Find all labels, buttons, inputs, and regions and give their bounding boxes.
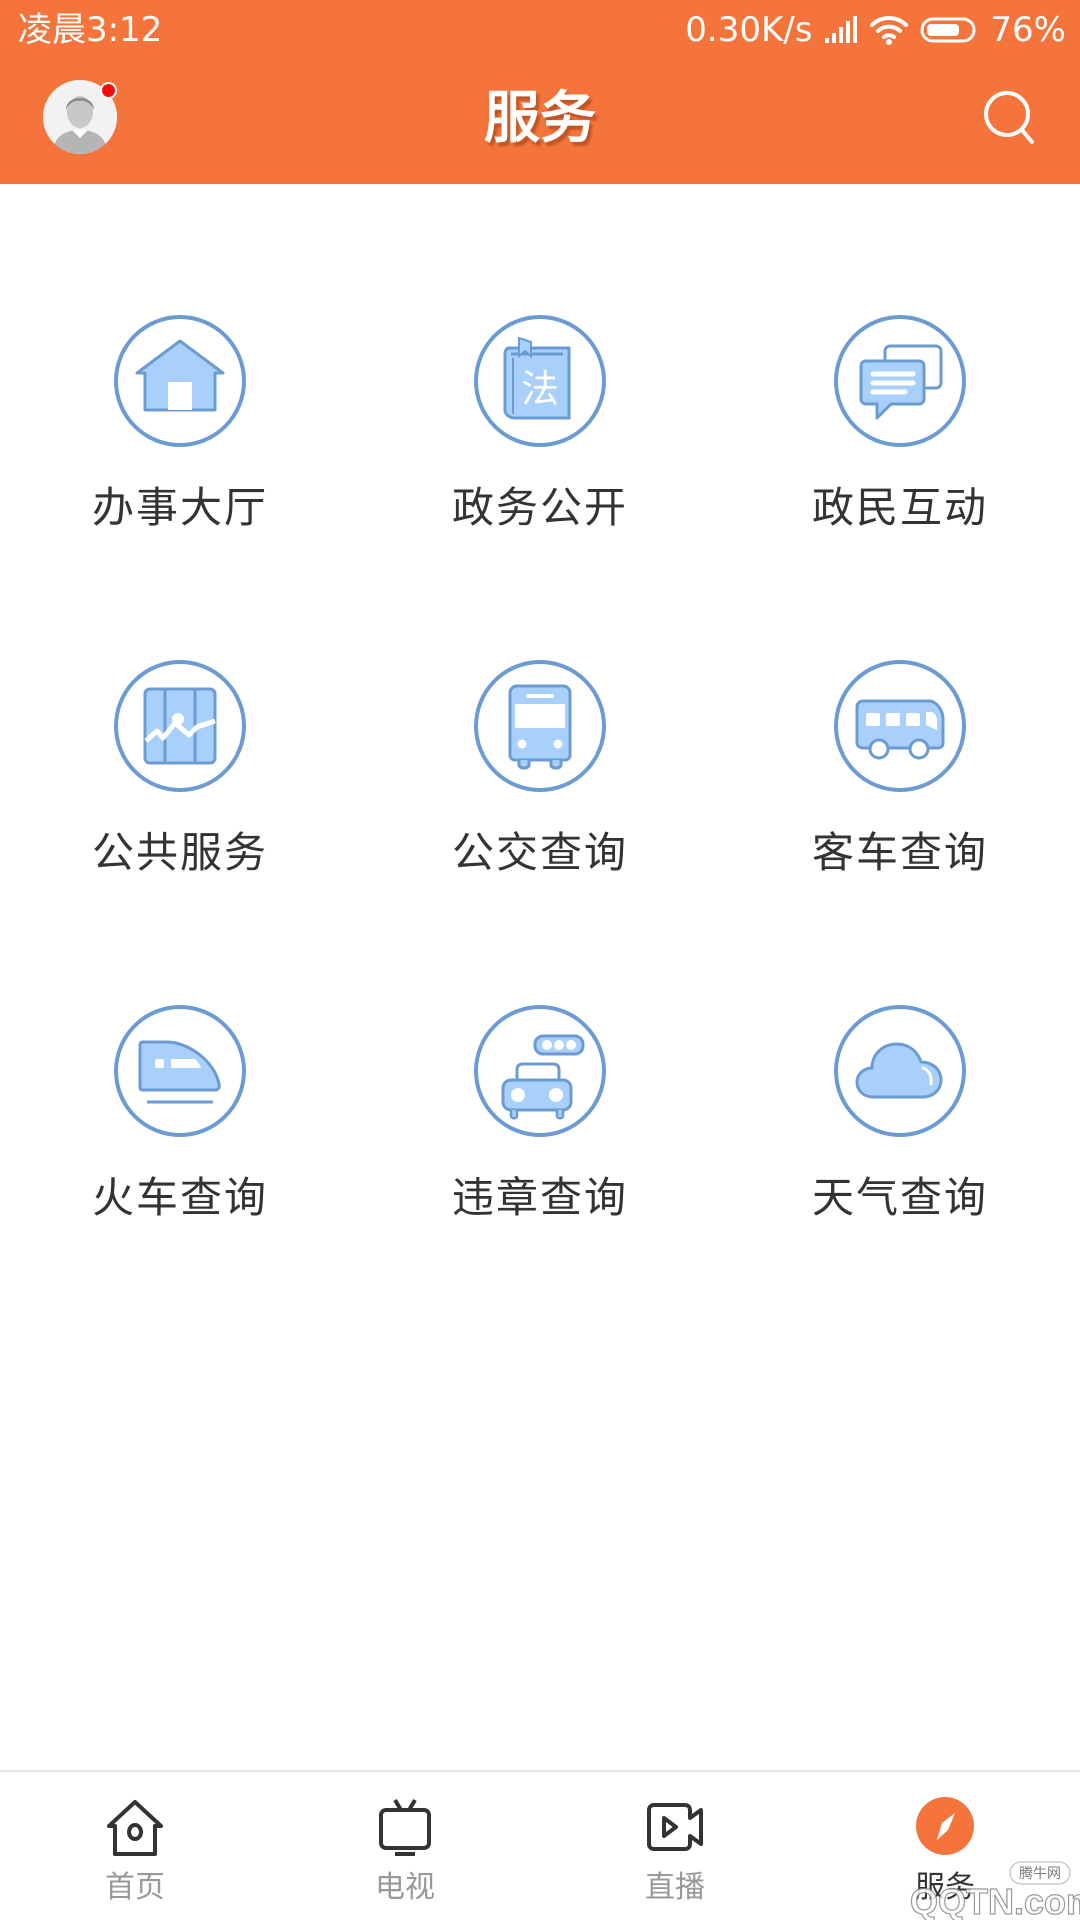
status-time: 凌晨3:12 xyxy=(18,10,163,50)
service-label: 政务公开 xyxy=(451,483,628,532)
page-title: 服务 xyxy=(484,86,596,151)
service-item-public-service[interactable]: 公共服务 xyxy=(0,529,360,877)
battery-icon xyxy=(920,16,978,44)
svg-text:法: 法 xyxy=(521,367,559,411)
tab-label: 直播 xyxy=(645,1870,705,1905)
car-traffic-light-icon xyxy=(474,1005,606,1137)
train-icon xyxy=(114,1005,246,1137)
service-label: 火车查询 xyxy=(91,1173,268,1222)
network-speed: 0.30K/s xyxy=(685,10,813,50)
service-label: 办事大厅 xyxy=(91,483,268,532)
cloud-icon xyxy=(834,1005,966,1137)
service-label: 天气查询 xyxy=(811,1173,988,1222)
signal-bars-icon xyxy=(824,16,858,44)
tab-label: 首页 xyxy=(105,1870,165,1905)
service-item-violation-query[interactable]: 违章查询 xyxy=(360,874,720,1222)
service-label: 客车查询 xyxy=(811,828,988,877)
svg-text:腾牛网: 腾牛网 xyxy=(1019,1865,1061,1882)
service-item-train-query[interactable]: 火车查询 xyxy=(0,874,360,1222)
service-item-citizen-interaction[interactable]: 政民互动 xyxy=(720,184,1080,532)
app-header: 凌晨3:12 0.30K/s 76% 服务 xyxy=(0,0,1080,184)
service-item-office-hall[interactable]: 办事大厅 xyxy=(0,184,360,532)
chat-bubbles-icon xyxy=(834,315,966,447)
service-item-bus-query[interactable]: 公交查询 xyxy=(360,529,720,877)
bus-front-icon xyxy=(474,660,606,792)
service-item-weather-query[interactable]: 天气查询 xyxy=(720,874,1080,1222)
wifi-icon xyxy=(870,15,909,45)
service-label: 公交查询 xyxy=(451,828,628,877)
law-book-icon: 法 xyxy=(474,315,606,447)
service-label: 政民互动 xyxy=(811,483,988,532)
service-item-coach-query[interactable]: 客车查询 xyxy=(720,529,1080,877)
search-icon xyxy=(984,91,1034,144)
svg-text:QQTN.com: QQTN.com xyxy=(910,1881,1080,1920)
video-camera-icon xyxy=(647,1803,703,1851)
tv-icon xyxy=(379,1798,431,1856)
battery-percent: 76% xyxy=(990,10,1066,50)
home-icon xyxy=(107,1800,163,1856)
tab-live[interactable]: 直播 xyxy=(540,1772,810,1920)
house-icon xyxy=(114,315,246,447)
compass-icon xyxy=(916,1797,974,1855)
battery-fill xyxy=(927,24,960,36)
search-button[interactable] xyxy=(982,88,1038,150)
status-indicators: 0.30K/s 76% xyxy=(685,8,1066,52)
map-chart-icon xyxy=(114,660,246,792)
service-label: 违章查询 xyxy=(451,1173,628,1222)
watermark-logo: QQTN.com 腾牛网 xyxy=(872,1858,1080,1920)
tab-home[interactable]: 首页 xyxy=(0,1772,270,1920)
status-bar: 凌晨3:12 0.30K/s 76% xyxy=(0,0,1080,60)
service-label: 公共服务 xyxy=(91,828,268,877)
tab-tv[interactable]: 电视 xyxy=(270,1772,540,1920)
tab-label: 电视 xyxy=(375,1870,435,1905)
coach-bus-icon xyxy=(834,660,966,792)
service-item-government-affairs[interactable]: 法 政务公开 xyxy=(360,184,720,532)
